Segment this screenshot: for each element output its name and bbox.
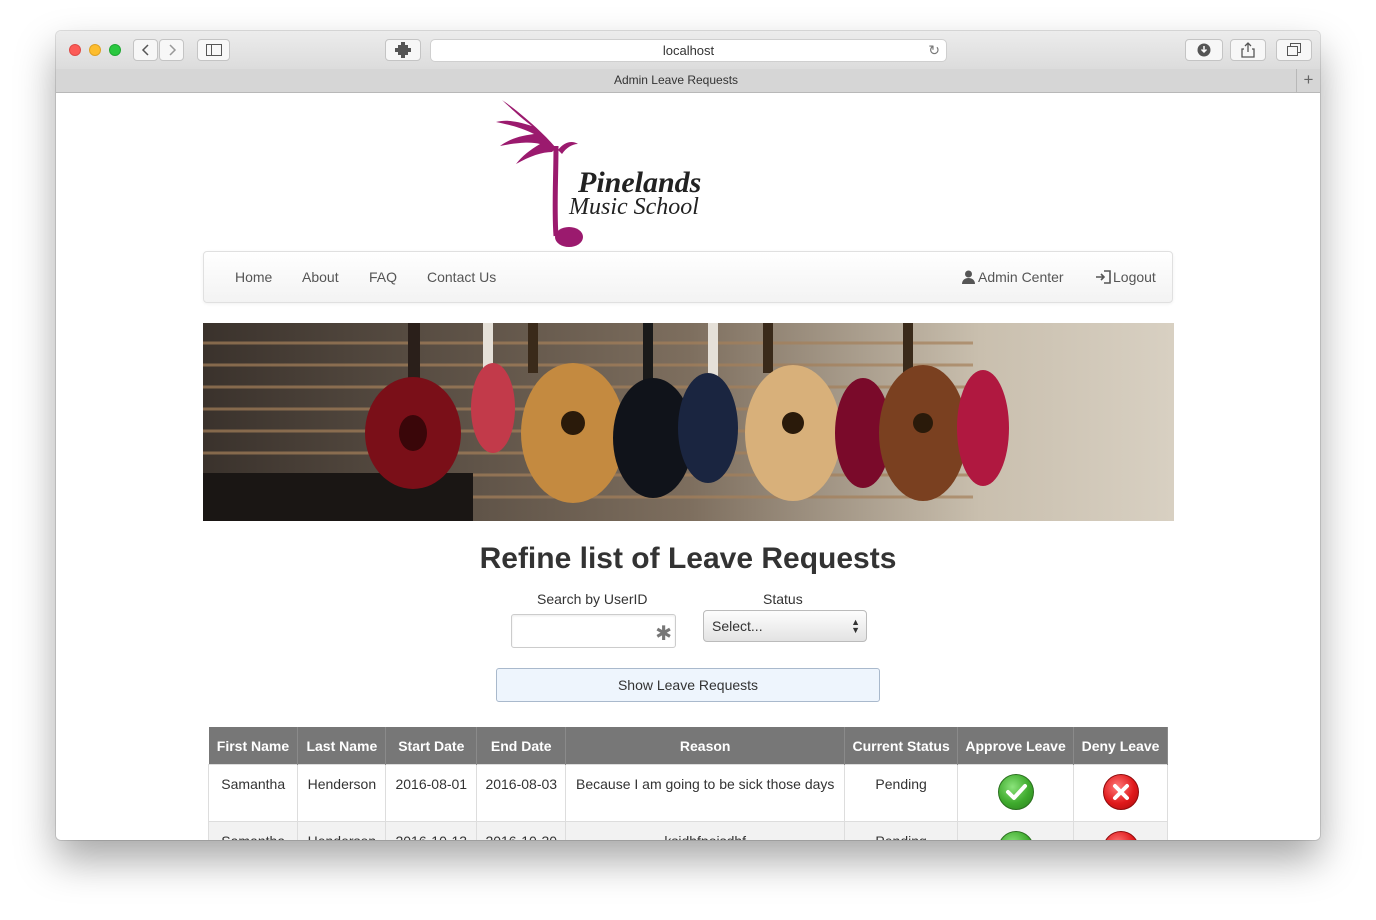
- table-row: Samantha Henderson 2016-08-01 2016-08-03…: [207, 764, 1168, 822]
- status-selected-value: Select...: [712, 618, 763, 634]
- sidebar-toggle-button[interactable]: [197, 39, 230, 61]
- cell-approve: [957, 821, 1075, 840]
- userid-search-input[interactable]: ✱: [511, 614, 676, 648]
- url-text: localhost: [662, 43, 715, 58]
- minimize-window-button[interactable]: [89, 44, 101, 56]
- cell-reason: ksjdhfpoisdhf: [565, 821, 846, 840]
- nav-about[interactable]: About: [302, 252, 339, 302]
- cell-first-name: Samantha: [207, 764, 299, 822]
- col-end-date[interactable]: End Date: [476, 727, 567, 765]
- address-bar[interactable]: localhost ↻: [430, 39, 947, 62]
- cell-first-name: Samantha: [207, 821, 299, 840]
- close-icon: [1112, 784, 1129, 800]
- col-first-name[interactable]: First Name: [208, 727, 299, 765]
- cell-start-date: 2016-10-13: [385, 821, 478, 840]
- table-header-row: First Name Last Name Start Date End Date…: [208, 727, 1168, 765]
- cell-deny: [1073, 821, 1168, 840]
- deny-button[interactable]: [1102, 831, 1139, 840]
- main-navbar: Home About FAQ Contact Us Admin Center L…: [203, 251, 1173, 303]
- cell-approve: [957, 764, 1075, 822]
- cell-start-date: 2016-08-01: [385, 764, 478, 822]
- col-approve-leave[interactable]: Approve Leave: [957, 727, 1075, 765]
- asterisk-icon: ✱: [655, 623, 672, 645]
- cell-deny: [1073, 764, 1168, 822]
- admin-center-label: Admin Center: [978, 269, 1064, 285]
- leave-requests-table: First Name Last Name Start Date End Date…: [207, 727, 1168, 840]
- nav-home[interactable]: Home: [235, 252, 272, 302]
- col-current-status[interactable]: Current Status: [844, 727, 959, 765]
- table-row: Samantha Henderson 2016-10-13 2016-10-30…: [207, 821, 1168, 840]
- zoom-window-button[interactable]: [109, 44, 121, 56]
- checkmark-icon: [999, 832, 1033, 840]
- cell-last-name: Henderson: [297, 764, 387, 822]
- close-window-button[interactable]: [69, 44, 81, 56]
- new-tab-button[interactable]: +: [1296, 69, 1320, 92]
- tab-bar: Admin Leave Requests +: [56, 69, 1320, 93]
- browser-window: localhost ↻ Admin Leave Requests + Pinel…: [56, 31, 1320, 840]
- close-icon: [1104, 832, 1138, 840]
- back-button[interactable]: [133, 39, 158, 61]
- share-button[interactable]: [1230, 39, 1266, 61]
- logout-label: Logout: [1113, 269, 1156, 285]
- nav-contact[interactable]: Contact Us: [427, 252, 496, 302]
- col-reason[interactable]: Reason: [565, 727, 846, 765]
- logo-subtitle: Music School: [569, 194, 699, 220]
- cell-status: Pending: [844, 821, 959, 840]
- nav-admin-center[interactable]: Admin Center: [962, 252, 1064, 302]
- cell-end-date: 2016-08-03: [476, 764, 567, 822]
- search-label: Search by UserID: [537, 591, 648, 607]
- cell-reason: Because I am going to be sick those days: [565, 764, 846, 822]
- tabs-icon: [1287, 43, 1301, 56]
- chevron-left-icon: [141, 44, 149, 56]
- show-leave-requests-button[interactable]: Show Leave Requests: [496, 668, 880, 702]
- approve-button[interactable]: [997, 831, 1034, 840]
- page-content: Pinelands Music School Home About FAQ Co…: [56, 93, 1320, 840]
- school-logo[interactable]: Pinelands Music School: [494, 98, 724, 250]
- select-arrows-icon: ▲ ▼: [851, 617, 860, 635]
- cell-status: Pending: [844, 764, 959, 822]
- nav-faq[interactable]: FAQ: [369, 252, 397, 302]
- tabs-overview-button[interactable]: [1276, 39, 1312, 61]
- col-start-date[interactable]: Start Date: [385, 727, 478, 765]
- guitar-banner-image: [203, 323, 1174, 521]
- logout-icon: [1096, 270, 1111, 284]
- col-deny-leave[interactable]: Deny Leave: [1073, 727, 1168, 765]
- user-icon: [962, 270, 975, 284]
- status-label: Status: [763, 591, 803, 607]
- tab-active[interactable]: Admin Leave Requests: [56, 69, 1296, 92]
- sidebar-icon: [205, 44, 222, 56]
- puzzle-piece-icon: [395, 42, 411, 58]
- share-icon: [1241, 42, 1255, 58]
- download-icon: [1197, 43, 1211, 57]
- cell-last-name: Henderson: [297, 821, 387, 840]
- deny-button[interactable]: [1102, 774, 1139, 810]
- col-last-name[interactable]: Last Name: [297, 727, 387, 765]
- status-select[interactable]: Select... ▲ ▼: [703, 610, 867, 642]
- browser-toolbar: localhost ↻: [56, 31, 1320, 70]
- cell-end-date: 2016-10-30: [476, 821, 567, 840]
- approve-button[interactable]: [997, 774, 1034, 810]
- page-title: Refine list of Leave Requests: [479, 542, 897, 575]
- reload-icon[interactable]: ↻: [928, 40, 940, 61]
- nav-logout[interactable]: Logout: [1095, 252, 1156, 302]
- chevron-right-icon: [168, 44, 176, 56]
- checkmark-icon: [1005, 784, 1027, 800]
- extension-button[interactable]: [385, 39, 421, 61]
- forward-button[interactable]: [159, 39, 184, 61]
- downloads-button[interactable]: [1185, 39, 1223, 61]
